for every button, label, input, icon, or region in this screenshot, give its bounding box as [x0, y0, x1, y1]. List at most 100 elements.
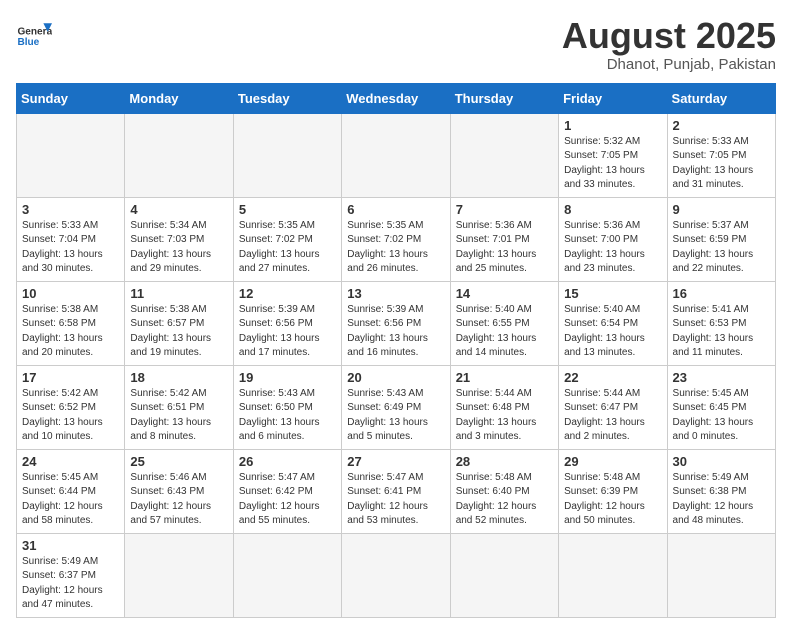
day-info: Sunrise: 5:35 AMSunset: 7:02 PMDaylight:…	[347, 219, 444, 277]
day-info: Sunrise: 5:44 AMSunset: 6:47 PMDaylight:…	[564, 387, 661, 445]
calendar-cell: 27 Sunrise: 5:47 AMSunset: 6:41 PMDayligh…	[342, 449, 450, 533]
weekday-header-monday: Monday	[125, 83, 233, 113]
calendar-cell	[342, 113, 450, 197]
calendar-table: SundayMondayTuesdayWednesdayThursdayFrid…	[16, 83, 776, 618]
day-info: Sunrise: 5:41 AMSunset: 6:53 PMDaylight:…	[673, 303, 770, 361]
day-info: Sunrise: 5:44 AMSunset: 6:48 PMDaylight:…	[456, 387, 553, 445]
day-info: Sunrise: 5:43 AMSunset: 6:49 PMDaylight:…	[347, 387, 444, 445]
calendar-cell	[450, 113, 558, 197]
header: General Blue August 2025 Dhanot, Punjab,…	[16, 16, 776, 73]
calendar-cell: 30 Sunrise: 5:49 AMSunset: 6:38 PMDayligh…	[667, 449, 775, 533]
calendar-cell: 19Sunrise: 5:43 AMSunset: 6:50 PMDayligh…	[233, 365, 341, 449]
day-info: Sunrise: 5:47 AMSunset: 6:41 PMDaylight:…	[347, 471, 444, 529]
day-info: Sunrise: 5:42 AMSunset: 6:51 PMDaylight:…	[130, 387, 227, 445]
calendar-cell: 26 Sunrise: 5:47 AMSunset: 6:42 PMDayligh…	[233, 449, 341, 533]
day-info: Sunrise: 5:49 AMSunset: 6:38 PMDaylight:…	[673, 471, 770, 529]
day-number: 23	[673, 370, 770, 385]
day-number: 9	[673, 202, 770, 217]
calendar-cell: 7Sunrise: 5:36 AMSunset: 7:01 PMDaylight…	[450, 197, 558, 281]
day-number: 16	[673, 286, 770, 301]
weekday-header-row: SundayMondayTuesdayWednesdayThursdayFrid…	[17, 83, 776, 113]
day-number: 21	[456, 370, 553, 385]
day-info: Sunrise: 5:39 AMSunset: 6:56 PMDaylight:…	[347, 303, 444, 361]
day-info: Sunrise: 5:38 AMSunset: 6:57 PMDaylight:…	[130, 303, 227, 361]
calendar-cell: 22Sunrise: 5:44 AMSunset: 6:47 PMDayligh…	[559, 365, 667, 449]
calendar-cell: 10 Sunrise: 5:38 AMSunset: 6:58 PMDayligh…	[17, 281, 125, 365]
calendar-cell	[450, 533, 558, 617]
calendar-cell: 21 Sunrise: 5:44 AMSunset: 6:48 PMDayligh…	[450, 365, 558, 449]
day-number: 10	[22, 286, 119, 301]
week-row-6: 31Sunrise: 5:49 AMSunset: 6:37 PMDayligh…	[17, 533, 776, 617]
calendar-cell: 16 Sunrise: 5:41 AMSunset: 6:53 PMDayligh…	[667, 281, 775, 365]
calendar-cell: 18 Sunrise: 5:42 AMSunset: 6:51 PMDayligh…	[125, 365, 233, 449]
day-info: Sunrise: 5:35 AMSunset: 7:02 PMDaylight:…	[239, 219, 336, 277]
day-info: Sunrise: 5:42 AMSunset: 6:52 PMDaylight:…	[22, 387, 119, 445]
day-info: Sunrise: 5:37 AMSunset: 6:59 PMDaylight:…	[673, 219, 770, 277]
day-number: 31	[22, 538, 119, 553]
day-info: Sunrise: 5:34 AMSunset: 7:03 PMDaylight:…	[130, 219, 227, 277]
day-info: Sunrise: 5:47 AMSunset: 6:42 PMDaylight:…	[239, 471, 336, 529]
calendar-cell: 6 Sunrise: 5:35 AMSunset: 7:02 PMDaylight…	[342, 197, 450, 281]
weekday-header-tuesday: Tuesday	[233, 83, 341, 113]
logo-icon: General Blue	[16, 16, 52, 52]
day-number: 20	[347, 370, 444, 385]
calendar-cell: 24Sunrise: 5:45 AMSunset: 6:44 PMDayligh…	[17, 449, 125, 533]
day-number: 13	[347, 286, 444, 301]
weekday-header-sunday: Sunday	[17, 83, 125, 113]
calendar-cell: 15 Sunrise: 5:40 AMSunset: 6:54 PMDayligh…	[559, 281, 667, 365]
day-info: Sunrise: 5:33 AMSunset: 7:04 PMDaylight:…	[22, 219, 119, 277]
calendar-cell: 8 Sunrise: 5:36 AMSunset: 7:00 PMDaylight…	[559, 197, 667, 281]
day-number: 2	[673, 118, 770, 133]
day-info: Sunrise: 5:38 AMSunset: 6:58 PMDaylight:…	[22, 303, 119, 361]
weekday-header-saturday: Saturday	[667, 83, 775, 113]
calendar-cell: 17 Sunrise: 5:42 AMSunset: 6:52 PMDayligh…	[17, 365, 125, 449]
day-number: 24	[22, 454, 119, 469]
day-info: Sunrise: 5:48 AMSunset: 6:40 PMDaylight:…	[456, 471, 553, 529]
day-number: 17	[22, 370, 119, 385]
calendar-cell: 3 Sunrise: 5:33 AMSunset: 7:04 PMDaylight…	[17, 197, 125, 281]
day-number: 26	[239, 454, 336, 469]
day-number: 25	[130, 454, 227, 469]
weekday-header-thursday: Thursday	[450, 83, 558, 113]
day-number: 30	[673, 454, 770, 469]
day-info: Sunrise: 5:36 AMSunset: 7:00 PMDaylight:…	[564, 219, 661, 277]
day-info: Sunrise: 5:43 AMSunset: 6:50 PMDaylight:…	[239, 387, 336, 445]
day-number: 11	[130, 286, 227, 301]
day-number: 5	[239, 202, 336, 217]
calendar-cell: 29Sunrise: 5:48 AMSunset: 6:39 PMDayligh…	[559, 449, 667, 533]
calendar-cell: 23 Sunrise: 5:45 AMSunset: 6:45 PMDayligh…	[667, 365, 775, 449]
weekday-header-wednesday: Wednesday	[342, 83, 450, 113]
day-number: 15	[564, 286, 661, 301]
week-row-2: 3 Sunrise: 5:33 AMSunset: 7:04 PMDaylight…	[17, 197, 776, 281]
calendar-cell	[667, 533, 775, 617]
calendar-cell	[125, 533, 233, 617]
calendar-cell	[125, 113, 233, 197]
day-info: Sunrise: 5:40 AMSunset: 6:55 PMDaylight:…	[456, 303, 553, 361]
day-number: 3	[22, 202, 119, 217]
week-row-1: 1Sunrise: 5:32 AMSunset: 7:05 PMDaylight…	[17, 113, 776, 197]
calendar-subtitle: Dhanot, Punjab, Pakistan	[562, 56, 776, 73]
calendar-cell: 28Sunrise: 5:48 AMSunset: 6:40 PMDayligh…	[450, 449, 558, 533]
day-info: Sunrise: 5:45 AMSunset: 6:45 PMDaylight:…	[673, 387, 770, 445]
calendar-cell	[233, 113, 341, 197]
calendar-cell	[233, 533, 341, 617]
day-number: 6	[347, 202, 444, 217]
calendar-cell: 1Sunrise: 5:32 AMSunset: 7:05 PMDaylight…	[559, 113, 667, 197]
day-info: Sunrise: 5:48 AMSunset: 6:39 PMDaylight:…	[564, 471, 661, 529]
day-number: 14	[456, 286, 553, 301]
logo: General Blue	[16, 16, 52, 52]
week-row-3: 10 Sunrise: 5:38 AMSunset: 6:58 PMDayligh…	[17, 281, 776, 365]
svg-text:Blue: Blue	[17, 37, 39, 48]
day-number: 7	[456, 202, 553, 217]
calendar-cell: 2 Sunrise: 5:33 AMSunset: 7:05 PMDaylight…	[667, 113, 775, 197]
calendar-cell: 31Sunrise: 5:49 AMSunset: 6:37 PMDayligh…	[17, 533, 125, 617]
day-number: 18	[130, 370, 227, 385]
title-area: August 2025 Dhanot, Punjab, Pakistan	[562, 16, 776, 73]
day-number: 8	[564, 202, 661, 217]
calendar-cell: 11 Sunrise: 5:38 AMSunset: 6:57 PMDayligh…	[125, 281, 233, 365]
calendar-cell	[17, 113, 125, 197]
day-info: Sunrise: 5:33 AMSunset: 7:05 PMDaylight:…	[673, 135, 770, 193]
weekday-header-friday: Friday	[559, 83, 667, 113]
day-info: Sunrise: 5:40 AMSunset: 6:54 PMDaylight:…	[564, 303, 661, 361]
day-number: 27	[347, 454, 444, 469]
